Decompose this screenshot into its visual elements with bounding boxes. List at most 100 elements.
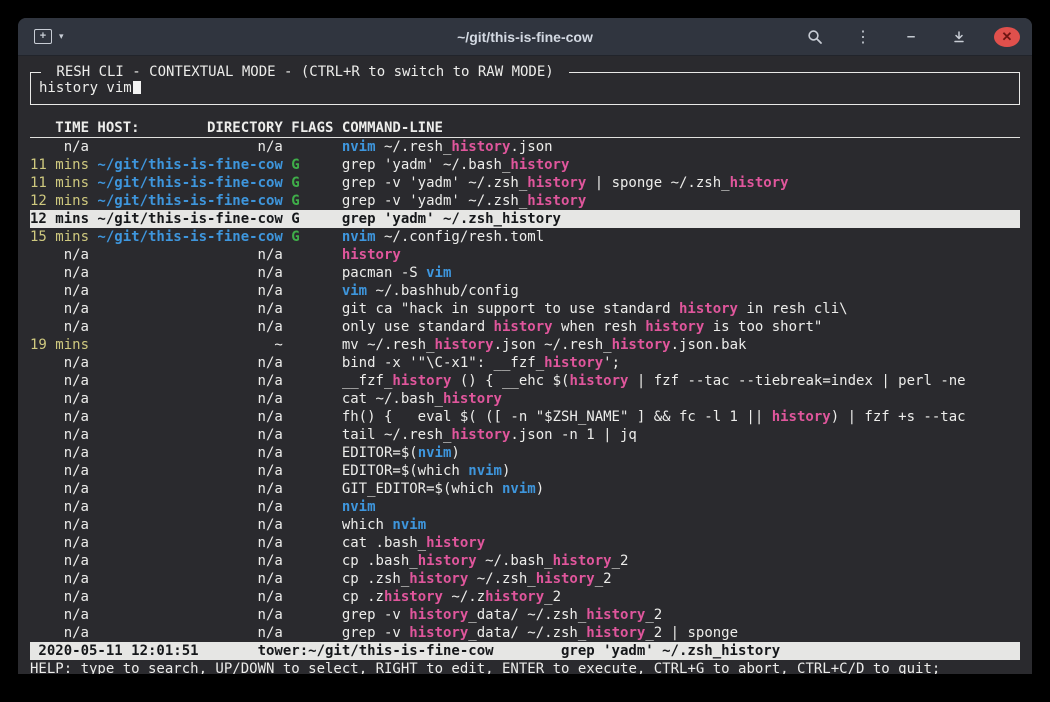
history-row[interactable]: n/an/agit ca "hack in support to use sta… <box>30 300 1020 318</box>
cell-host-directory: n/a <box>97 354 282 372</box>
unmaximize-icon <box>952 30 966 44</box>
cell-time: n/a <box>30 354 89 372</box>
history-row[interactable]: n/an/atail ~/.resh_history.json -n 1 | j… <box>30 426 1020 444</box>
cell-flags <box>291 480 333 498</box>
cell-time: 11 mins <box>30 156 89 174</box>
history-row[interactable]: n/a n/a cp .zsh_history ~/.zsh_history_2 <box>30 570 1020 588</box>
cell-host-directory: n/a <box>97 246 282 264</box>
terminal-window: + ▾ ~/git/this-is-fine-cow ⋮ – <box>18 18 1032 674</box>
unmaximize-button[interactable] <box>946 24 972 50</box>
history-row[interactable]: n/an/aEDITOR=$(which nvim) <box>30 462 1020 480</box>
menu-button[interactable]: ⋮ <box>850 24 876 50</box>
history-row[interactable]: n/an/avim ~/.bashhub/config <box>30 282 1020 300</box>
cell-flags <box>291 498 333 516</box>
search-input[interactable]: history vim <box>39 79 1011 97</box>
cell-time: n/a <box>30 444 89 462</box>
search-icon <box>807 29 823 45</box>
history-row-selected[interactable]: 12 mins~/git/this-is-fine-cowGgrep 'yadm… <box>30 210 1020 228</box>
cell-flags <box>291 336 333 354</box>
history-row[interactable]: n/an/aGIT_EDITOR=$(which nvim) <box>30 480 1020 498</box>
history-row[interactable]: n/an/apacman -S vim <box>30 264 1020 282</box>
cell-time: n/a <box>30 606 89 624</box>
history-row[interactable]: n/an/abind -x '"\C-x1": __fzf_history'; <box>30 354 1020 372</box>
history-row[interactable]: n/an/aonly use standard history when res… <box>30 318 1020 336</box>
cell-command-line: cp .zsh_history ~/.zsh_history_2 <box>342 570 1020 588</box>
history-row[interactable]: n/an/anvim <box>30 498 1020 516</box>
history-row[interactable]: n/an/awhich nvim <box>30 516 1020 534</box>
cell-host-directory: n/a <box>97 408 282 426</box>
cell-command-line: cat .bash_history <box>342 534 1020 552</box>
history-row[interactable]: n/an/ahistory <box>30 246 1020 264</box>
cell-flags <box>291 588 333 606</box>
header-host: HOST: <box>97 119 139 137</box>
cell-host-directory: n/a <box>97 282 282 300</box>
help-line: HELP: type to search, UP/DOWN to select,… <box>30 660 1020 674</box>
cell-flags <box>291 534 333 552</box>
cell-command-line: vim ~/.bashhub/config <box>342 282 1020 300</box>
cell-time: n/a <box>30 426 89 444</box>
history-table: TIME HOST:DIRECTORY FLAGS COMMAND-LINE n… <box>30 119 1020 642</box>
cell-command-line: grep 'yadm' ~/.bash_history <box>342 156 1020 174</box>
header-host-directory: HOST:DIRECTORY <box>97 119 282 137</box>
cell-flags: G <box>291 210 333 228</box>
cell-flags <box>291 462 333 480</box>
cell-time: n/a <box>30 570 89 588</box>
status-command: grep 'yadm' ~/.zsh_history <box>561 642 1020 660</box>
close-button[interactable]: ✕ <box>994 27 1020 47</box>
cell-time: n/a <box>30 390 89 408</box>
new-tab-icon: + <box>34 29 52 44</box>
cell-time: 15 mins <box>30 228 89 246</box>
history-row[interactable]: n/an/acat ~/.bash_history <box>30 390 1020 408</box>
cell-time: n/a <box>30 462 89 480</box>
cell-command-line: nvim <box>342 498 1020 516</box>
cell-time: n/a <box>30 138 89 156</box>
cell-command-line: fh() { eval $( ([ -n "$ZSH_NAME" ] && fc… <box>342 408 1020 426</box>
cell-flags <box>291 354 333 372</box>
cell-host-directory: n/a <box>97 444 282 462</box>
cell-host-directory: ~/git/this-is-fine-cow <box>97 192 282 210</box>
history-row[interactable]: 11 mins~/git/this-is-fine-cowGgrep 'yadm… <box>30 156 1020 174</box>
window-title: ~/git/this-is-fine-cow <box>457 29 593 45</box>
cell-time: 12 mins <box>30 192 89 210</box>
history-row[interactable]: n/an/acat .bash_history <box>30 534 1020 552</box>
cell-flags <box>291 444 333 462</box>
cell-time: 11 mins <box>30 174 89 192</box>
history-row[interactable]: 19 mins~mv ~/.resh_history.json ~/.resh_… <box>30 336 1020 354</box>
cell-time: n/a <box>30 588 89 606</box>
cell-command-line: grep -v history_data/ ~/.zsh_history_2 |… <box>342 624 1020 642</box>
history-row[interactable]: n/an/agrep -v history_data/ ~/.zsh_histo… <box>30 624 1020 642</box>
cell-command-line: nvim ~/.resh_history.json <box>342 138 1020 156</box>
history-row[interactable]: 15 mins~/git/this-is-fine-cowGnvim ~/.co… <box>30 228 1020 246</box>
cell-host-directory: ~ <box>97 336 282 354</box>
cell-command-line: git ca "hack in support to use standard … <box>342 300 1020 318</box>
search-button[interactable] <box>802 24 828 50</box>
history-row[interactable]: 11 mins~/git/this-is-fine-cowGgrep -v 'y… <box>30 174 1020 192</box>
history-row[interactable]: n/an/anvim ~/.resh_history.json <box>30 138 1020 156</box>
table-header: TIME HOST:DIRECTORY FLAGS COMMAND-LINE <box>30 119 1020 138</box>
text-cursor <box>133 79 141 94</box>
history-row[interactable]: n/an/agrep -v history_data/ ~/.zsh_histo… <box>30 606 1020 624</box>
cell-host-directory: n/a <box>97 606 282 624</box>
history-row[interactable]: n/an/acp .bash_history ~/.bash_history_2 <box>30 552 1020 570</box>
history-row[interactable]: 12 mins~/git/this-is-fine-cowGgrep -v 'y… <box>30 192 1020 210</box>
cell-host-directory: n/a <box>97 570 282 588</box>
history-row[interactable]: n/an/afh() { eval $( ([ -n "$ZSH_NAME" ]… <box>30 408 1020 426</box>
cell-time: n/a <box>30 246 89 264</box>
history-row[interactable]: n/an/a__fzf_history () { __ehc $(history… <box>30 372 1020 390</box>
cell-command-line: mv ~/.resh_history.json ~/.resh_history.… <box>342 336 1020 354</box>
cell-flags <box>291 426 333 444</box>
minimize-icon: – <box>907 28 915 45</box>
cell-flags <box>291 300 333 318</box>
header-time: TIME <box>30 119 89 137</box>
cell-command-line: GIT_EDITOR=$(which nvim) <box>342 480 1020 498</box>
minimize-button[interactable]: – <box>898 24 924 50</box>
history-row[interactable]: n/an/acp .zhistory ~/.zhistory_2 <box>30 588 1020 606</box>
history-row[interactable]: n/an/aEDITOR=$(nvim) <box>30 444 1020 462</box>
status-location: tower:~/git/this-is-fine-cow <box>258 642 561 660</box>
header-command-line: COMMAND-LINE <box>342 119 1020 137</box>
cell-command-line: cp .bash_history ~/.bash_history_2 <box>342 552 1020 570</box>
new-tab-button[interactable]: + ▾ <box>30 24 68 50</box>
cell-host-directory: n/a <box>97 552 282 570</box>
cell-host-directory: ~/git/this-is-fine-cow <box>97 174 282 192</box>
cell-time: n/a <box>30 480 89 498</box>
